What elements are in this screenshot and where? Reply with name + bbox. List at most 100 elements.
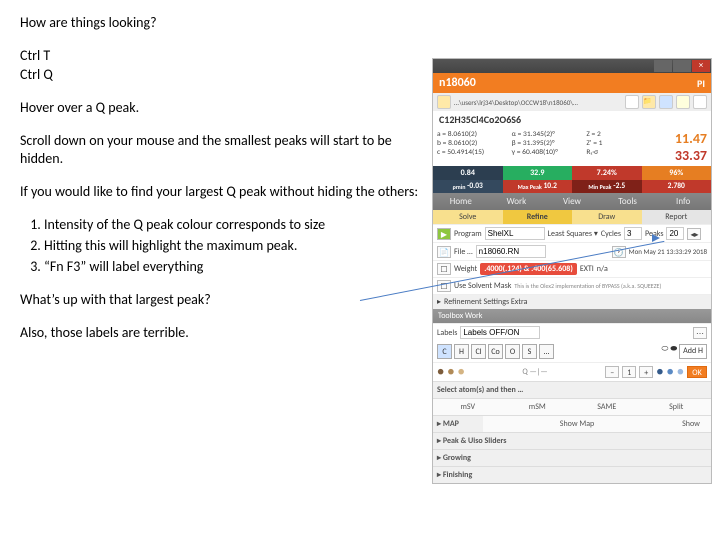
menu-view[interactable]: View: [544, 193, 600, 210]
instruction-largest: If you would like to find your largest Q…: [20, 183, 420, 202]
tab-report[interactable]: Report: [642, 210, 712, 224]
ind: -2.5: [613, 182, 625, 191]
ind-lbl: Min Peak: [588, 183, 611, 191]
mask-row: ☐ Use Solvent Mask This is the Olex2 imp…: [433, 277, 711, 294]
list-item: “Fn F3” will label everything: [44, 258, 420, 277]
peaks-stepper[interactable]: ◂▸: [687, 228, 701, 240]
aniso-button[interactable]: ⬬: [670, 344, 677, 359]
lbl: File …: [454, 247, 473, 257]
timestamp: Mon May 21 13:33:29 2018: [629, 247, 707, 256]
msm-button[interactable]: mSM: [503, 399, 573, 415]
q-ball-icon[interactable]: ●: [458, 365, 465, 379]
q-ball-icon[interactable]: ●: [437, 365, 444, 379]
file-input[interactable]: [476, 245, 546, 258]
tool-icon[interactable]: [625, 95, 639, 109]
peaks-input[interactable]: [666, 227, 684, 240]
instruction-scroll: Scroll down on your mouse and the smalle…: [20, 132, 420, 170]
labels-select[interactable]: [460, 326, 540, 339]
finishing-row[interactable]: ▸ Finishing: [433, 466, 711, 483]
program-select[interactable]: [485, 227, 545, 240]
tab-solve[interactable]: Solve: [433, 210, 503, 224]
growing-row[interactable]: ▸ Growing: [433, 449, 711, 466]
elem-o[interactable]: O: [505, 344, 520, 359]
stat: a = 8.0610(2): [437, 130, 506, 139]
h-ball-icon[interactable]: ●: [656, 365, 663, 379]
ind: -0.03: [467, 182, 483, 191]
tab-refine[interactable]: Refine: [503, 210, 573, 224]
weight-row: ☐ Weight .4000(.124) & .400(65.608) EXTI…: [433, 260, 711, 277]
same-button[interactable]: SAME: [572, 399, 642, 415]
chevron-right-icon: ▸: [437, 297, 441, 307]
titlebar: ×: [433, 59, 711, 73]
settings-row[interactable]: ▸ Refinement Settings Extra: [433, 294, 711, 309]
q-minus[interactable]: –: [605, 366, 619, 378]
split-button[interactable]: Split: [642, 399, 712, 415]
r-factor-1: 11.47: [661, 130, 707, 147]
q-ball-icon[interactable]: ●: [447, 365, 454, 379]
menu-work[interactable]: Work: [489, 193, 545, 210]
instruction-list: Intensity of the Q peak colour correspon…: [20, 216, 420, 277]
x-icon[interactable]: [693, 95, 707, 109]
lbl: Refinement Settings Extra: [444, 297, 527, 307]
toolbox-header: Toolbox Work: [433, 309, 711, 323]
path-bar: …\users\lrj34\Desktop\OCCW18\n18060\… 📁: [433, 93, 711, 111]
menu-info[interactable]: Info: [655, 193, 711, 210]
labels-tool-icon[interactable]: ⋯: [693, 327, 707, 339]
close-button[interactable]: ×: [692, 60, 710, 72]
elem-h[interactable]: H: [454, 344, 469, 359]
pi-label: PI: [697, 77, 705, 90]
run-icon[interactable]: ▶: [437, 228, 451, 240]
menu-tools[interactable]: Tools: [600, 193, 656, 210]
method-select[interactable]: Least Squares ▾: [548, 229, 598, 239]
file-path: …\users\lrj34\Desktop\OCCW18\n18060\…: [454, 98, 622, 107]
cycles-input[interactable]: [624, 227, 642, 240]
show-map-button[interactable]: Show Map: [483, 416, 671, 432]
q-peak-row: ● ● ● Q —|— – 1 + ● ● ● OK: [433, 362, 711, 381]
title: How are things looking?: [20, 14, 420, 33]
tab-draw[interactable]: Draw: [572, 210, 642, 224]
element-row: C H Cl Co O S … ⬭ ⬬ Add H: [433, 341, 711, 362]
elem-s[interactable]: S: [522, 344, 537, 359]
chevron-right-icon: ▸: [437, 436, 441, 446]
structure-id-bar: n18060 PI: [433, 73, 711, 93]
iso-button[interactable]: ⬭: [661, 344, 668, 359]
msv-button[interactable]: mSV: [433, 399, 503, 415]
h-ball-icon[interactable]: ●: [667, 365, 674, 379]
folder-icon[interactable]: [437, 95, 451, 109]
open-folder-icon[interactable]: 📁: [642, 95, 656, 109]
stat: b = 8.0610(2): [437, 139, 506, 148]
elem-co[interactable]: Co: [488, 344, 503, 359]
menu-home[interactable]: Home: [433, 193, 489, 210]
stat: β = 31.395(2)°: [512, 139, 581, 148]
elem-more[interactable]: …: [539, 344, 554, 359]
ind-lbl: ρmin: [453, 183, 466, 191]
minimize-button[interactable]: [654, 60, 672, 72]
cell-stats: a = 8.0610(2) b = 8.0610(2) c = 50.4914(…: [433, 128, 711, 166]
labels-row: Labels ⋯: [433, 323, 711, 341]
file-icon[interactable]: 📄: [437, 246, 451, 258]
note-icon[interactable]: [659, 95, 673, 109]
stat: R₁·σ: [586, 148, 655, 157]
show-button[interactable]: Show: [671, 416, 711, 432]
warn-icon[interactable]: [676, 95, 690, 109]
lbl: Cycles: [601, 229, 621, 239]
elem-c[interactable]: C: [437, 344, 452, 359]
q-plus[interactable]: +: [639, 366, 653, 378]
h-ball-icon[interactable]: ●: [677, 365, 684, 379]
select-section: Select atom(s) and then …: [433, 381, 711, 398]
file-row: 📄 File … 🕑 Mon May 21 13:33:29 2018: [433, 242, 711, 260]
menu-bar: Home Work View Tools Info: [433, 193, 711, 210]
q-slider[interactable]: Q —|—: [468, 367, 603, 377]
add-h-button[interactable]: Add H: [679, 344, 707, 359]
maximize-button[interactable]: [673, 60, 691, 72]
map-chev[interactable]: ▸ MAP: [433, 416, 483, 432]
elem-cl[interactable]: Cl: [471, 344, 486, 359]
ok-button[interactable]: OK: [687, 366, 707, 378]
map-row: ▸ MAP Show Map Show: [433, 415, 711, 432]
checkbox[interactable]: ☐: [437, 263, 451, 275]
lbl: Labels: [437, 328, 457, 338]
peak-slider-row[interactable]: ▸ Peak & Uiso Sliders: [433, 432, 711, 449]
chevron-right-icon: ▸: [437, 470, 441, 480]
pointer-arrow-head: [652, 234, 660, 242]
chevron-right-icon: ▸: [437, 453, 441, 463]
